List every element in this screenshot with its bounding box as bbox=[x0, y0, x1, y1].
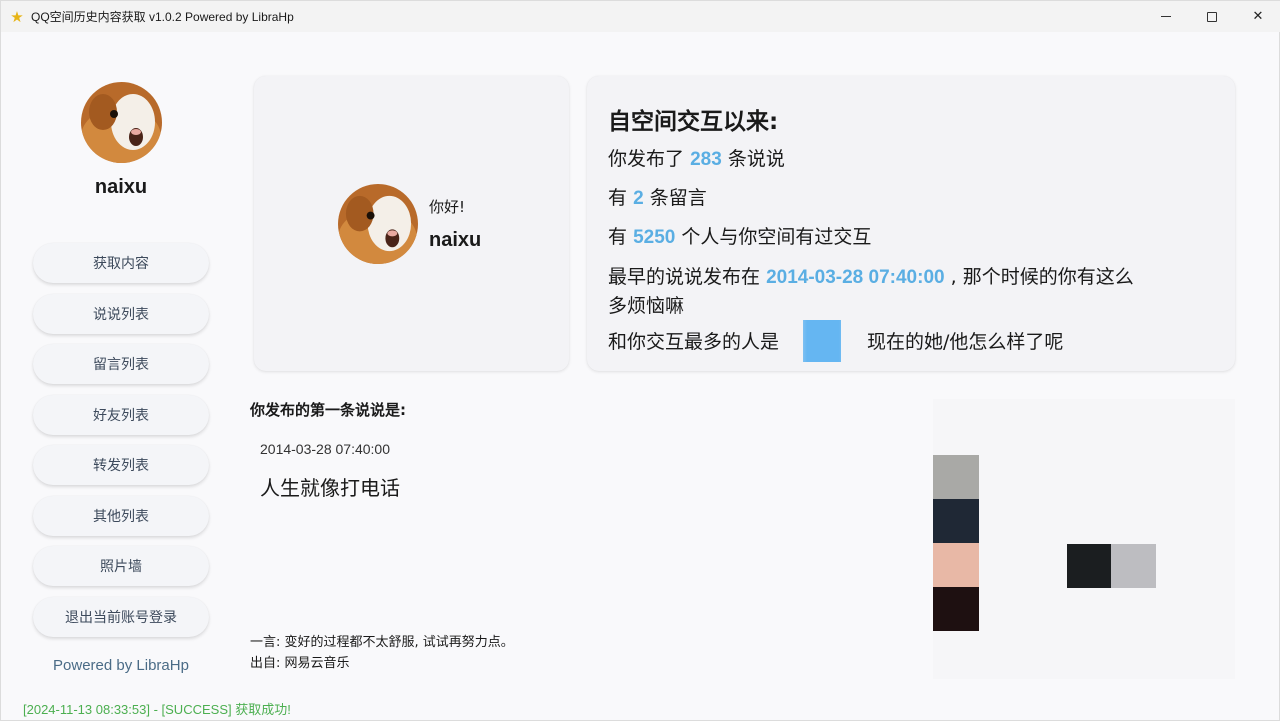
stat-text: 现在的她/他怎么样了呢 bbox=[867, 330, 1064, 353]
masked-friend-name bbox=[783, 320, 864, 362]
nav-reposts-list-button[interactable]: 转发列表 bbox=[33, 445, 209, 485]
nav-messages-list-button[interactable]: 留言列表 bbox=[33, 344, 209, 384]
stats-card: 自空间交互以来: 你发布了 283 条说说 有 2 条留言 有 5250 个人与… bbox=[587, 76, 1235, 371]
stat-text: 你发布了 bbox=[608, 148, 685, 170]
minimize-icon bbox=[1161, 16, 1171, 17]
maximize-button[interactable] bbox=[1189, 1, 1235, 32]
stat-text: 有 bbox=[608, 226, 628, 248]
window-title: QQ空间历史内容获取 v1.0.2 Powered by LibraHp bbox=[31, 10, 294, 24]
quote-text: 一言: 变好的过程都不太舒服, 试试再努力点。 bbox=[250, 635, 514, 650]
posts-count: 283 bbox=[690, 149, 722, 170]
stat-text: , 那个时候的你有这么 bbox=[950, 266, 1134, 288]
stat-top-friend-line: 和你交互最多的人是 现在的她/他怎么样了呢 bbox=[608, 320, 1064, 362]
first-post-image bbox=[933, 399, 1235, 679]
messages-count: 2 bbox=[633, 188, 644, 209]
guinea-pig-avatar-image bbox=[81, 82, 162, 163]
close-icon: ✕ bbox=[1252, 9, 1264, 24]
earliest-date: 2014-03-28 07:40:00 bbox=[766, 267, 945, 288]
first-post-date: 2014-03-28 07:40:00 bbox=[260, 441, 390, 457]
first-post-label: 你发布的第一条说说是: bbox=[250, 401, 406, 419]
powered-by-label: Powered by LibraHp bbox=[53, 657, 189, 674]
image-pixel bbox=[933, 587, 979, 631]
status-message: [2024-11-13 08:33:53] - [SUCCESS] 获取成功! bbox=[23, 702, 291, 717]
greeting-text: 你好! bbox=[429, 198, 466, 216]
masked-fade bbox=[783, 320, 864, 362]
avatar bbox=[81, 82, 162, 163]
nav-photo-wall-button[interactable]: 照片墙 bbox=[33, 546, 209, 586]
stat-text: 条留言 bbox=[649, 187, 707, 209]
stat-earliest-line-cont: 多烦恼嘛 bbox=[608, 295, 685, 317]
people-count: 5250 bbox=[633, 227, 676, 248]
stat-earliest-line: 最早的说说发布在 2014-03-28 07:40:00 , 那个时候的你有这么 bbox=[608, 262, 1134, 289]
stats-title: 自空间交互以来: bbox=[608, 109, 779, 135]
stat-posts-line: 你发布了 283 条说说 bbox=[608, 144, 785, 171]
stat-text: 最早的说说发布在 bbox=[608, 266, 761, 288]
nav-friends-list-button[interactable]: 好友列表 bbox=[33, 395, 209, 435]
first-post-content: 人生就像打电话 bbox=[260, 476, 400, 500]
image-pixel bbox=[1067, 544, 1111, 588]
star-app-icon: ★ bbox=[10, 7, 24, 26]
nav-other-list-button[interactable]: 其他列表 bbox=[33, 496, 209, 536]
profile-card: 你好! naixu bbox=[254, 76, 569, 371]
stat-messages-line: 有 2 条留言 bbox=[608, 183, 707, 210]
app-window: ★ QQ空间历史内容获取 v1.0.2 Powered by LibraHp ✕… bbox=[0, 0, 1280, 721]
stat-text: 和你交互最多的人是 bbox=[608, 330, 780, 353]
guinea-pig-avatar-image bbox=[338, 184, 418, 264]
stat-text: 条说说 bbox=[727, 148, 785, 170]
image-pixel bbox=[933, 455, 979, 499]
nav-fetch-content-button[interactable]: 获取内容 bbox=[33, 243, 209, 283]
stat-text: 个人与你空间有过交互 bbox=[681, 226, 872, 248]
sidebar: naixu 获取内容 说说列表 留言列表 好友列表 转发列表 其他列表 照片墙 … bbox=[1, 32, 241, 692]
avatar bbox=[338, 184, 418, 264]
title-bar[interactable]: ★ QQ空间历史内容获取 v1.0.2 Powered by LibraHp ✕ bbox=[1, 1, 1280, 32]
stat-text: 有 bbox=[608, 187, 628, 209]
logout-button[interactable]: 退出当前账号登录 bbox=[33, 597, 209, 637]
quote-source: 出自: 网易云音乐 bbox=[250, 656, 350, 671]
maximize-icon bbox=[1207, 11, 1217, 22]
stat-people-line: 有 5250 个人与你空间有过交互 bbox=[608, 222, 871, 249]
minimize-button[interactable] bbox=[1143, 1, 1189, 32]
sidebar-username: naixu bbox=[94, 176, 148, 198]
nav-posts-list-button[interactable]: 说说列表 bbox=[33, 294, 209, 334]
close-button[interactable]: ✕ bbox=[1235, 1, 1280, 32]
image-pixel bbox=[1111, 544, 1156, 588]
image-pixel bbox=[933, 543, 979, 587]
window-controls: ✕ bbox=[1143, 1, 1280, 32]
image-pixel bbox=[933, 499, 979, 543]
profile-username: naixu bbox=[429, 229, 482, 251]
